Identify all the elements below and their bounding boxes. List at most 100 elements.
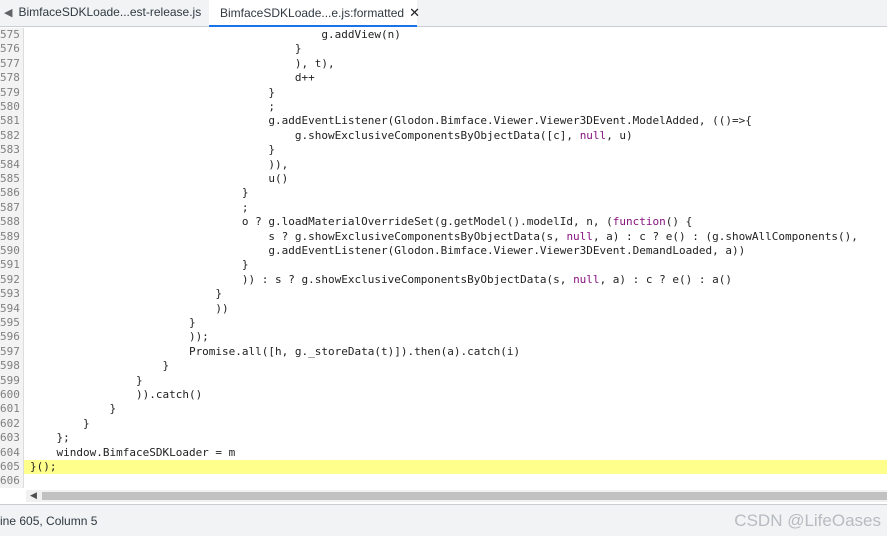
line-number[interactable]: 605 [0, 460, 24, 475]
line-number[interactable]: 580 [0, 100, 24, 115]
line-number[interactable]: 579 [0, 85, 24, 100]
code-line[interactable]: 583 } [0, 143, 887, 158]
scrollbar-thumb[interactable] [42, 492, 887, 500]
line-number[interactable]: 575 [0, 28, 24, 43]
code-line[interactable]: 575 g.addView(n) [0, 28, 887, 43]
code-line[interactable]: 578 d++ [0, 71, 887, 86]
code-editor[interactable]: 575 g.addView(n) 576 } 577 ), t), 578 d++ 57 [0, 28, 887, 488]
code-text: } [30, 42, 302, 56]
code-text: } [30, 359, 170, 373]
code-text: s ? g.showExclusiveComponentsByObjectDat… [30, 229, 858, 243]
code-text: )), [30, 157, 289, 171]
code-line[interactable]: 598 } [0, 359, 887, 374]
line-number[interactable]: 600 [0, 388, 24, 403]
code-line[interactable]: 592 )) : s ? g.showExclusiveComponentsBy… [0, 272, 887, 288]
code-text: } [30, 316, 196, 329]
code-line[interactable]: 604 window.BimfaceSDKLoader = m [0, 445, 887, 460]
tab-release-js[interactable]: ◀ BimfaceSDKLoade...est-release.js [0, 0, 205, 27]
code-text: )) : s ? g.showExclusiveComponentsByObje… [30, 272, 733, 286]
code-line[interactable]: 589 s ? g.showExclusiveComponentsByObjec… [0, 229, 887, 244]
line-number[interactable]: 582 [0, 128, 24, 144]
code-line[interactable]: 594 )) [0, 301, 887, 316]
code-line[interactable]: 582 g.showExclusiveComponentsByObjectDat… [0, 128, 887, 144]
line-number[interactable]: 589 [0, 229, 24, 244]
code-line[interactable]: 587 ; [0, 200, 887, 216]
code-line[interactable]: 588 o ? g.loadMaterialOverrideSet(g.getM… [0, 215, 887, 230]
line-number[interactable]: 585 [0, 172, 24, 187]
tab-label: BimfaceSDKLoade...est-release.js [18, 5, 202, 19]
code-line[interactable]: 581 g.addEventListener(Glodon.Bimface.Vi… [0, 114, 887, 129]
code-text: ; [30, 200, 249, 214]
line-number[interactable]: 603 [0, 431, 24, 446]
close-icon[interactable]: ✕ [409, 0, 420, 25]
code-line[interactable]: 597 Promise.all([h, g._storeData(t)]).th… [0, 344, 887, 360]
code-text: }(); [30, 460, 57, 473]
code-text: u() [30, 172, 289, 185]
line-number[interactable]: 584 [0, 157, 24, 172]
line-number[interactable]: 604 [0, 445, 24, 460]
line-number[interactable]: 606 [0, 474, 24, 488]
code-text: ), t), [30, 56, 335, 70]
line-number[interactable]: 596 [0, 330, 24, 345]
code-line[interactable]: 585 u() [0, 172, 887, 187]
line-number[interactable]: 578 [0, 71, 24, 86]
code-line[interactable]: 593 } [0, 287, 887, 302]
code-line[interactable]: 600 )).catch() [0, 388, 887, 403]
watermark: CSDN @LifeOases [734, 511, 881, 530]
code-line[interactable]: 579 } [0, 85, 887, 100]
line-number[interactable]: 583 [0, 143, 24, 158]
code-line[interactable]: 590 g.addEventListener(Glodon.Bimface.Vi… [0, 244, 887, 259]
code-line[interactable]: 603 }; [0, 431, 887, 446]
code-line[interactable]: 606 [0, 474, 887, 488]
line-number[interactable]: 581 [0, 114, 24, 129]
code-line[interactable]: 591 } [0, 258, 887, 273]
horizontal-scrollbar[interactable]: ◀ [26, 490, 887, 502]
code-text: } [30, 143, 276, 157]
code-text: Promise.all([h, g._storeData(t)]).then(a… [30, 344, 521, 358]
line-number[interactable]: 590 [0, 244, 24, 259]
code-text: g.addEventListener(Glodon.Bimface.Viewer… [30, 114, 752, 128]
code-text: } [30, 186, 249, 200]
code-line[interactable]: 602 } [0, 416, 887, 432]
code-line[interactable]: 577 ), t), [0, 56, 887, 72]
line-number[interactable]: 587 [0, 200, 24, 216]
line-number[interactable]: 592 [0, 272, 24, 288]
code-line[interactable]: 599 } [0, 373, 887, 388]
code-text: ; [30, 100, 276, 113]
code-line[interactable]: 586 } [0, 186, 887, 201]
code-text: } [30, 402, 117, 416]
code-line[interactable]: 580 ; [0, 100, 887, 115]
line-number[interactable]: 576 [0, 42, 24, 57]
line-number[interactable]: 588 [0, 215, 24, 230]
line-number[interactable]: 598 [0, 359, 24, 374]
cursor-position: ine 605, Column 5 [0, 514, 98, 528]
line-number[interactable]: 597 [0, 344, 24, 360]
status-bar: ine 605, Column 5 CSDN @LifeOases [0, 504, 887, 536]
code-line[interactable]: 596 )); [0, 330, 887, 345]
code-line[interactable]: 601 } [0, 402, 887, 417]
line-number[interactable]: 602 [0, 416, 24, 432]
code-line[interactable]: 595 } [0, 316, 887, 331]
line-number[interactable]: 599 [0, 373, 24, 388]
editor-tab-bar: ◀ BimfaceSDKLoade...est-release.js Bimfac… [0, 0, 887, 27]
tab-label: BimfaceSDKLoade...e.js:formatted [220, 6, 405, 20]
scroll-left-arrow-icon[interactable]: ◀ [30, 490, 37, 502]
code-text: g.addEventListener(Glodon.Bimface.Viewer… [30, 244, 746, 257]
line-number[interactable]: 591 [0, 258, 24, 273]
line-number[interactable]: 595 [0, 316, 24, 331]
line-number[interactable]: 601 [0, 402, 24, 417]
code-text: } [30, 287, 223, 301]
code-text: } [30, 85, 276, 99]
line-number[interactable]: 577 [0, 56, 24, 72]
code-text: )) [30, 301, 229, 315]
code-text: } [30, 416, 90, 430]
code-line[interactable]: 605 }(); [0, 460, 887, 475]
code-line[interactable]: 576 } [0, 42, 887, 57]
code-text: g.showExclusiveComponentsByObjectData([c… [30, 128, 633, 142]
line-number[interactable]: 586 [0, 186, 24, 201]
left-arrow-icon[interactable]: ◀ [4, 1, 12, 26]
line-number[interactable]: 594 [0, 301, 24, 316]
line-number[interactable]: 593 [0, 287, 24, 302]
tab-formatted[interactable]: BimfaceSDKLoade...e.js:formatted ✕ [209, 0, 420, 27]
code-line[interactable]: 584 )), [0, 157, 887, 172]
